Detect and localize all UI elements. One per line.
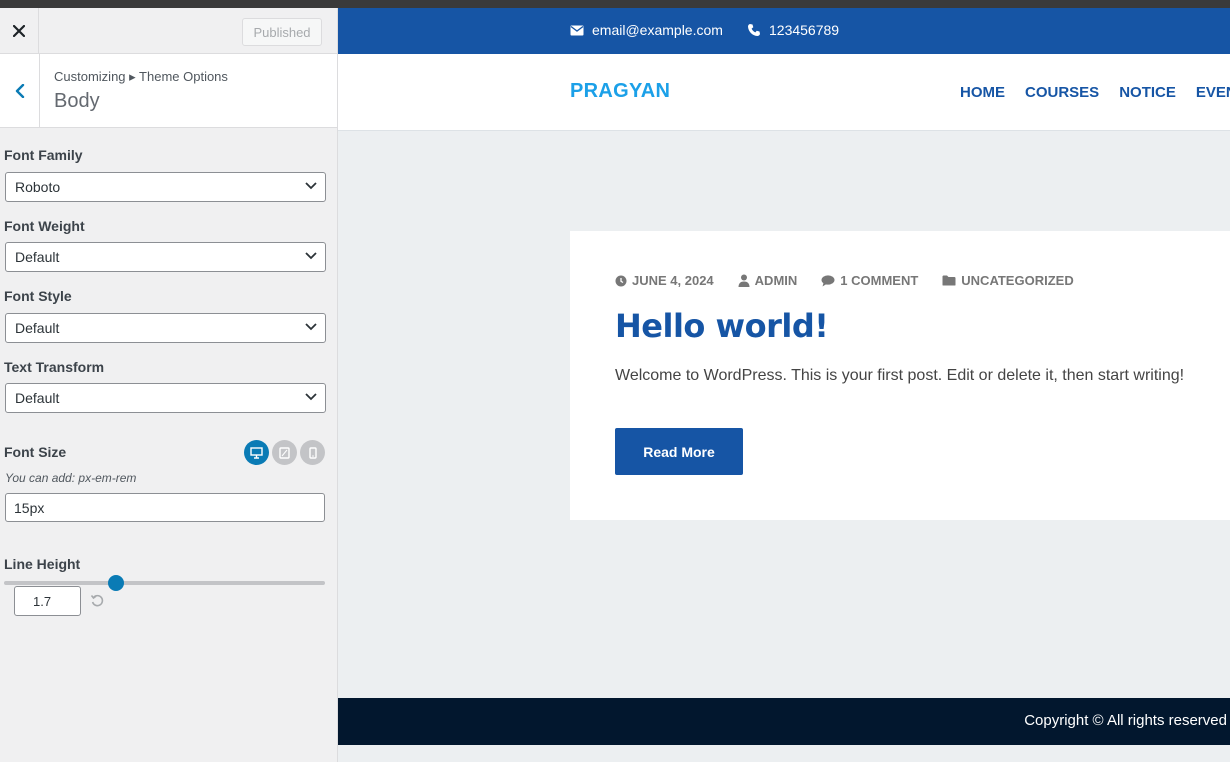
device-tablet-button[interactable]	[272, 440, 297, 465]
font-weight-select[interactable]: Default	[5, 242, 326, 272]
device-mobile-button[interactable]	[300, 440, 325, 465]
font-family-label: Font Family	[4, 147, 83, 163]
post-category-text: UNCATEGORIZED	[961, 273, 1074, 288]
phone-text: 123456789	[769, 22, 840, 38]
email-contact[interactable]: email@example.com	[570, 22, 723, 38]
font-weight-label: Font Weight	[4, 218, 85, 234]
section-title: Body	[54, 90, 100, 112]
nav-item-home[interactable]: HOME	[960, 84, 1005, 101]
window-top-strip	[0, 0, 1230, 8]
line-height-slider-track[interactable]	[4, 581, 325, 585]
post-author-text: ADMIN	[754, 273, 798, 288]
breadcrumb: Customizing ▸ Theme Options	[54, 69, 228, 84]
chevron-down-icon	[305, 393, 317, 401]
section-header: Customizing ▸ Theme Options Body	[0, 54, 337, 128]
email-text: email@example.com	[592, 22, 723, 38]
font-style-label: Font Style	[4, 288, 72, 304]
font-weight-value: Default	[15, 249, 60, 265]
site-header: PRAGYAN HOME COURSES NOTICE EVENTS	[338, 54, 1230, 131]
post-category[interactable]: UNCATEGORIZED	[942, 273, 1074, 288]
user-icon	[738, 274, 750, 287]
nav-item-courses[interactable]: COURSES	[1025, 84, 1099, 101]
post-title[interactable]: Hello world!	[615, 307, 829, 345]
site-footer: Copyright © All rights reserved	[338, 698, 1230, 745]
customizer-header: Published	[0, 8, 337, 54]
font-style-select[interactable]: Default	[5, 313, 326, 343]
tablet-icon	[279, 446, 290, 459]
folder-icon	[942, 275, 956, 286]
chevron-left-icon	[15, 83, 24, 98]
chevron-down-icon	[305, 182, 317, 190]
post-author[interactable]: ADMIN	[738, 273, 798, 288]
post-comments-text: 1 COMMENT	[840, 273, 919, 288]
font-size-hint: You can add: px-em-rem	[5, 471, 137, 485]
mobile-icon	[308, 446, 317, 459]
clock-icon	[615, 275, 627, 286]
line-height-label: Line Height	[4, 556, 81, 572]
nav-item-events[interactable]: EVENTS	[1196, 84, 1230, 101]
contact-topbar: email@example.com 123456789	[338, 8, 1230, 54]
copyright-text: Copyright © All rights reserved	[1024, 712, 1227, 729]
post-comments[interactable]: 1 COMMENT	[821, 273, 918, 288]
phone-icon	[748, 24, 760, 36]
phone-contact[interactable]: 123456789	[747, 22, 839, 38]
line-height-reset-button[interactable]	[88, 591, 106, 609]
text-transform-value: Default	[15, 390, 60, 406]
back-button[interactable]	[0, 54, 40, 127]
site-title[interactable]: PRAGYAN	[570, 80, 670, 103]
device-desktop-button[interactable]	[244, 440, 269, 465]
chevron-down-icon	[305, 323, 317, 331]
comment-icon	[821, 274, 835, 286]
envelope-icon	[570, 25, 584, 35]
text-transform-label: Text Transform	[4, 359, 105, 375]
post-excerpt: Welcome to WordPress. This is your first…	[615, 367, 1185, 384]
text-transform-select[interactable]: Default	[5, 383, 326, 413]
chevron-down-icon	[305, 252, 317, 260]
read-more-button[interactable]: Read More	[615, 428, 743, 475]
font-family-value: Roboto	[15, 179, 61, 195]
post-date-text: JUNE 4, 2024	[632, 273, 714, 288]
site-preview: email@example.com 123456789 PRAGYAN HOME…	[338, 8, 1230, 762]
font-size-input[interactable]: 15px	[5, 493, 325, 522]
main-nav: HOME COURSES NOTICE EVENTS	[960, 84, 1230, 101]
post-date[interactable]: JUNE 4, 2024	[615, 273, 714, 288]
desktop-icon	[250, 446, 263, 459]
post-card: JUNE 4, 2024 ADMIN 1 COMMENT UNCATEGORIZ…	[570, 231, 1230, 520]
close-customizer-button[interactable]	[0, 8, 39, 54]
published-button[interactable]: Published	[242, 18, 322, 46]
line-height-input[interactable]: 1.7	[14, 586, 81, 616]
customizer-sidebar: Published Customizing ▸ Theme Options Bo…	[0, 8, 338, 762]
reset-icon	[90, 594, 103, 606]
font-style-value: Default	[15, 320, 60, 336]
font-size-label: Font Size	[4, 444, 67, 460]
line-height-slider-thumb[interactable]	[108, 575, 124, 591]
font-family-select[interactable]: Roboto	[5, 172, 326, 202]
close-icon	[13, 25, 25, 37]
nav-item-notice[interactable]: NOTICE	[1119, 84, 1176, 101]
post-meta: JUNE 4, 2024 ADMIN 1 COMMENT UNCATEGORIZ…	[615, 273, 1074, 288]
